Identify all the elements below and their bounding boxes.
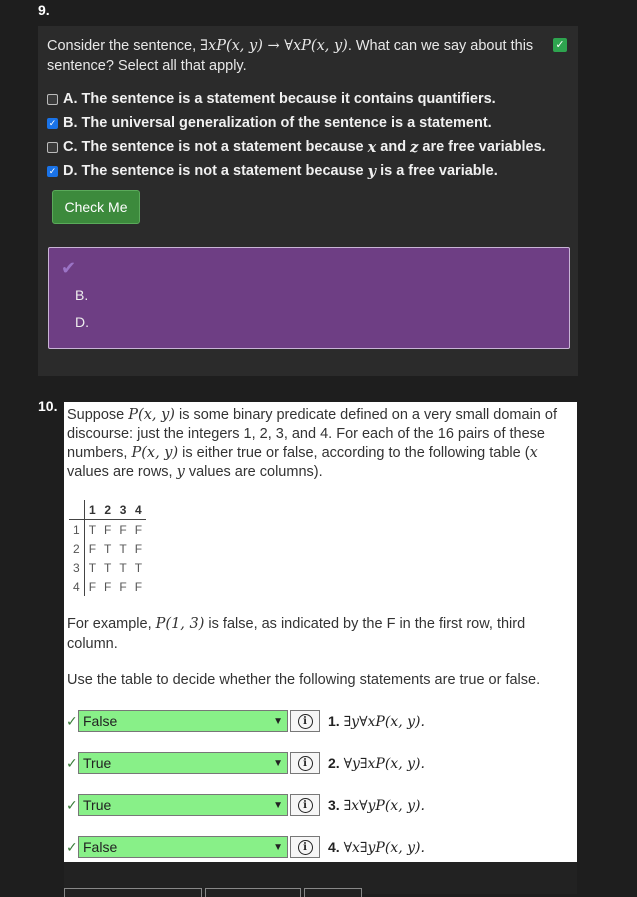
table-cell: F xyxy=(88,541,97,556)
table-row: 2 F T T F xyxy=(69,539,146,558)
info-icon: i xyxy=(297,839,313,855)
table-cell: T xyxy=(104,560,112,575)
statement-row: ✓ True ▼ i 3. ∃x∀yP(x, y). xyxy=(66,793,425,817)
table-cell: F xyxy=(119,522,127,537)
table-cell: T xyxy=(88,522,97,537)
info-button[interactable]: i xyxy=(290,794,320,816)
check-icon: ✓ xyxy=(66,712,78,729)
check-icon: ✓ xyxy=(66,796,78,813)
table-row: 3 T T T T xyxy=(69,558,146,577)
column-header: 2 xyxy=(100,500,116,520)
table-cell: F xyxy=(134,579,143,594)
row-header: 4 xyxy=(69,577,85,596)
chevron-down-icon: ▼ xyxy=(273,757,283,769)
table-cell: T xyxy=(119,541,127,556)
statement-row: ✓ False ▼ i 1. ∃y∀xP(x, y). xyxy=(66,709,425,733)
column-header: 1 xyxy=(84,500,101,520)
table-cell: F xyxy=(134,541,143,556)
info-icon: i xyxy=(297,755,313,771)
toolbar-button[interactable] xyxy=(205,888,301,897)
truth-table: 1 2 3 4 1 T F F F 2 F T T F 3 T T T T 4 xyxy=(69,500,147,596)
info-icon: i xyxy=(297,797,313,813)
formula: ∃xP(x, y) → ∀xP(x, y) xyxy=(200,38,348,54)
answer-select[interactable]: False ▼ xyxy=(78,836,288,858)
answer-select[interactable]: False ▼ xyxy=(78,710,288,732)
check-icon: ✔ xyxy=(61,258,77,278)
table-cell: F xyxy=(104,522,112,537)
info-button[interactable]: i xyxy=(290,752,320,774)
table-cell: T xyxy=(88,560,97,575)
table-cell: T xyxy=(134,560,143,575)
question-number: 10. xyxy=(38,398,58,414)
feedback-item: B. xyxy=(75,287,89,303)
table-row: 4 F F F F xyxy=(69,577,146,596)
statement-row: ✓ True ▼ i 2. ∀y∃xP(x, y). xyxy=(66,751,425,775)
table-header-row: 1 2 3 4 xyxy=(69,500,147,520)
checkbox-d[interactable]: ✓ xyxy=(47,165,58,177)
question-9-panel: Consider the sentence, ∃xP(x, y) → ∀xP(x… xyxy=(38,26,578,376)
table-row: 1 T F F F xyxy=(69,519,146,539)
row-header: 1 xyxy=(69,519,85,539)
table-cell: T xyxy=(119,560,127,575)
table-cell: F xyxy=(104,579,112,594)
checkbox-c[interactable] xyxy=(47,141,58,153)
bottom-toolbar xyxy=(64,862,577,897)
answer-select[interactable]: True ▼ xyxy=(78,752,288,774)
info-icon: i xyxy=(297,713,313,729)
table-cell: F xyxy=(119,579,127,594)
toolbar-button[interactable] xyxy=(64,888,202,897)
chevron-down-icon: ▼ xyxy=(273,799,283,811)
column-header: 4 xyxy=(130,500,147,520)
option-a[interactable]: A. The sentence is a statement because i… xyxy=(47,89,496,109)
check-icon: ✓ xyxy=(66,838,78,855)
option-c[interactable]: C. The sentence is not a statement becau… xyxy=(47,137,546,157)
feedback-item: D. xyxy=(75,314,89,330)
table-cell: F xyxy=(88,579,97,594)
checkbox-b[interactable]: ✓ xyxy=(47,117,58,129)
instruction-text: Use the table to decide whether the foll… xyxy=(67,672,541,688)
question-10-panel: Suppose P(x, y) is some binary predicate… xyxy=(64,402,577,897)
example-text: For example, P(1, 3) is false, as indica… xyxy=(67,616,526,652)
row-header: 3 xyxy=(69,558,85,577)
chevron-down-icon: ▼ xyxy=(273,841,283,853)
answer-select[interactable]: True ▼ xyxy=(78,794,288,816)
row-header: 2 xyxy=(69,539,85,558)
question-number: 9. xyxy=(38,2,50,18)
statement-row: ✓ False ▼ i 4. ∀x∃yP(x, y). xyxy=(66,835,425,859)
info-button[interactable]: i xyxy=(290,836,320,858)
toolbar-button[interactable] xyxy=(304,888,362,897)
option-b[interactable]: ✓ B. The universal generalization of the… xyxy=(47,113,492,133)
question-prompt: Suppose P(x, y) is some binary predicate… xyxy=(67,407,557,480)
check-me-button[interactable]: Check Me xyxy=(52,190,140,224)
table-cell: T xyxy=(104,541,112,556)
column-header: 3 xyxy=(115,500,131,520)
chevron-down-icon: ▼ xyxy=(273,715,283,727)
check-icon: ✓ xyxy=(553,38,567,52)
table-cell: F xyxy=(134,522,143,537)
question-prompt: Consider the sentence, ∃xP(x, y) → ∀xP(x… xyxy=(47,38,534,74)
feedback-panel: ✔ B. D. xyxy=(48,247,570,349)
check-icon: ✓ xyxy=(66,754,78,771)
info-button[interactable]: i xyxy=(290,710,320,732)
option-d[interactable]: ✓ D. The sentence is not a statement bec… xyxy=(47,161,498,181)
checkbox-a[interactable] xyxy=(47,93,58,105)
